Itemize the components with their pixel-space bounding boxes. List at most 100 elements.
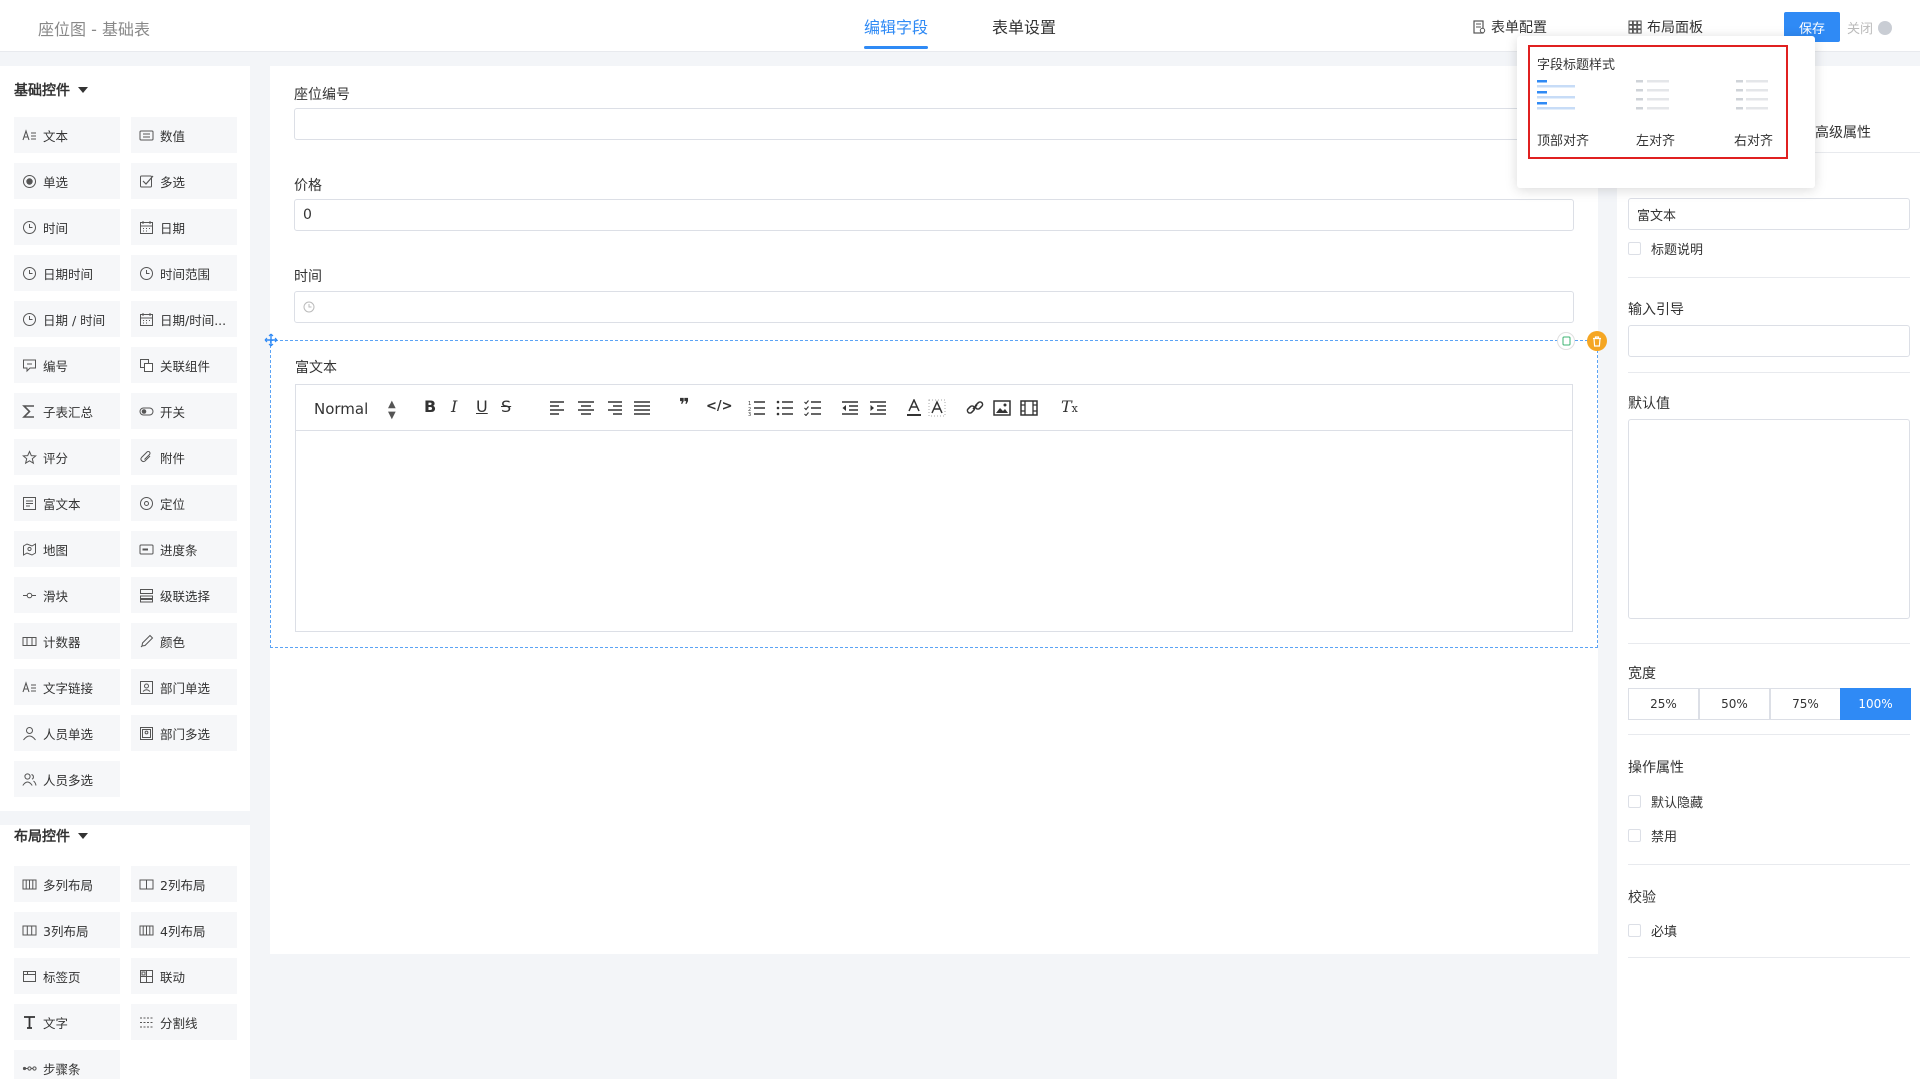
delete-field-button[interactable] (1587, 331, 1607, 351)
control-item[interactable]: 滑块 (14, 577, 120, 613)
control-item[interactable]: 颜色 (131, 623, 237, 659)
control-item[interactable]: 文字链接 (14, 669, 120, 705)
control-item[interactable]: 地图 (14, 531, 120, 567)
control-item[interactable]: 时间 (14, 209, 120, 245)
clock-icon (23, 266, 36, 280)
link-icon[interactable] (966, 400, 984, 416)
bold-icon[interactable]: B (424, 397, 436, 416)
control-item[interactable]: 日期 (131, 209, 237, 245)
width-option-75[interactable]: 75% (1770, 688, 1841, 720)
format-select-arrows-icon[interactable]: ▲ ▼ (388, 399, 396, 421)
close-button[interactable]: 关闭 (1847, 18, 1893, 37)
align-left-icon[interactable] (549, 400, 567, 416)
align-top-option[interactable]: 顶部对齐 (1537, 76, 1597, 156)
control-item[interactable]: 标签页 (14, 958, 120, 994)
control-item[interactable]: 步骤条 (14, 1050, 120, 1079)
tab-edit-fields[interactable]: 编辑字段 (864, 14, 928, 38)
align-left-option[interactable]: 左对齐 (1636, 76, 1696, 156)
blockquote-icon[interactable]: ❞ (679, 395, 690, 416)
copy-field-button[interactable] (1557, 332, 1575, 350)
control-label: 文本 (43, 128, 69, 144)
checklist-icon[interactable] (804, 400, 822, 416)
basic-controls-header[interactable]: 基础控件 (14, 80, 88, 100)
align-center-icon[interactable] (577, 400, 595, 416)
control-item[interactable]: 4列布局 (131, 912, 237, 948)
text-t-icon (24, 1015, 35, 1029)
control-item[interactable]: 评分 (14, 439, 120, 475)
control-item[interactable]: 进度条 (131, 531, 237, 567)
control-item[interactable]: 分割线 (131, 1004, 237, 1040)
title-description-checkbox[interactable]: 标题说明 (1628, 239, 1703, 258)
radio-icon (23, 174, 36, 188)
calendar-icon (140, 312, 153, 326)
required-label: 必填 (1651, 925, 1678, 940)
control-item[interactable]: 附件 (131, 439, 237, 475)
width-option-25[interactable]: 25% (1628, 688, 1699, 720)
width-option-50[interactable]: 50% (1699, 688, 1770, 720)
align-justify-icon[interactable] (633, 400, 651, 416)
control-item[interactable]: 日期/时间... (131, 301, 237, 337)
clear-format-icon[interactable]: Tx (1061, 397, 1078, 416)
code-block-icon[interactable]: </> (706, 399, 733, 414)
bullet-list-icon[interactable] (776, 400, 794, 416)
width-option-100[interactable]: 100% (1840, 688, 1911, 720)
align-right-icon[interactable] (605, 400, 623, 416)
price-input[interactable]: 0 (294, 199, 1574, 231)
control-item[interactable]: 数值 (131, 117, 237, 153)
control-item[interactable]: 日期 / 时间 (14, 301, 120, 337)
control-item[interactable]: 2列布局 (131, 866, 237, 902)
control-item[interactable]: 开关 (131, 393, 237, 429)
control-item[interactable]: 文字 (14, 1004, 120, 1040)
layout-controls-header[interactable]: 布局控件 (14, 826, 88, 846)
time-input[interactable] (294, 291, 1574, 323)
required-checkbox[interactable]: 必填 (1628, 921, 1677, 940)
control-item[interactable]: 联动 (131, 958, 237, 994)
align-right-option[interactable]: 右对齐 (1734, 76, 1794, 156)
steps-icon (22, 1065, 37, 1071)
control-item[interactable]: 级联选择 (131, 577, 237, 613)
richtext-icon (23, 496, 36, 510)
disabled-checkbox[interactable]: 禁用 (1628, 826, 1677, 845)
tab-form-settings[interactable]: 表单设置 (992, 14, 1056, 38)
control-item[interactable]: 人员多选 (14, 761, 120, 797)
control-item[interactable]: 部门单选 (131, 669, 237, 705)
form-config-button[interactable]: 表单配置 (1472, 17, 1547, 37)
control-item[interactable]: 计数器 (14, 623, 120, 659)
drag-move-icon[interactable] (264, 333, 278, 347)
control-item[interactable]: 文本 (14, 117, 120, 153)
ordered-list-icon[interactable]: 123 (748, 400, 766, 416)
image-icon[interactable] (993, 400, 1011, 416)
control-item[interactable]: 人员单选 (14, 715, 120, 751)
outdent-icon[interactable] (841, 400, 859, 416)
control-item[interactable]: 多选 (131, 163, 237, 199)
italic-icon[interactable]: I (451, 397, 457, 416)
control-item[interactable]: 富文本 (14, 485, 120, 521)
control-item[interactable]: 多列布局 (14, 866, 120, 902)
clock-icon (23, 312, 36, 326)
control-item[interactable]: 部门多选 (131, 715, 237, 751)
default-hidden-checkbox[interactable]: 默认隐藏 (1628, 792, 1703, 811)
underline-icon[interactable]: U (476, 397, 488, 416)
control-item[interactable]: 单选 (14, 163, 120, 199)
layout-panel-button[interactable]: 布局面板 (1628, 17, 1703, 37)
video-icon[interactable] (1020, 400, 1038, 416)
basic-controls-title: 基础控件 (14, 83, 70, 99)
control-item[interactable]: 3列布局 (14, 912, 120, 948)
control-item[interactable]: 日期时间 (14, 255, 120, 291)
default-value-textarea[interactable] (1628, 419, 1910, 619)
background-color-icon[interactable] (928, 399, 946, 417)
strikethrough-icon[interactable]: S (501, 397, 511, 416)
tab-advanced-properties[interactable]: 高级属性 (1815, 122, 1871, 142)
control-item[interactable]: 子表汇总 (14, 393, 120, 429)
field-title-input[interactable]: 富文本 (1628, 198, 1910, 230)
control-item[interactable]: 关联组件 (131, 347, 237, 383)
control-item[interactable]: 编号 (14, 347, 120, 383)
control-item[interactable]: 定位 (131, 485, 237, 521)
svg-text:3: 3 (748, 412, 751, 416)
font-color-icon[interactable] (906, 399, 922, 417)
format-select[interactable]: Normal (314, 400, 368, 418)
seat-number-input[interactable] (294, 108, 1574, 140)
indent-icon[interactable] (869, 400, 887, 416)
control-item[interactable]: 时间范围 (131, 255, 237, 291)
placeholder-input[interactable] (1628, 325, 1910, 357)
